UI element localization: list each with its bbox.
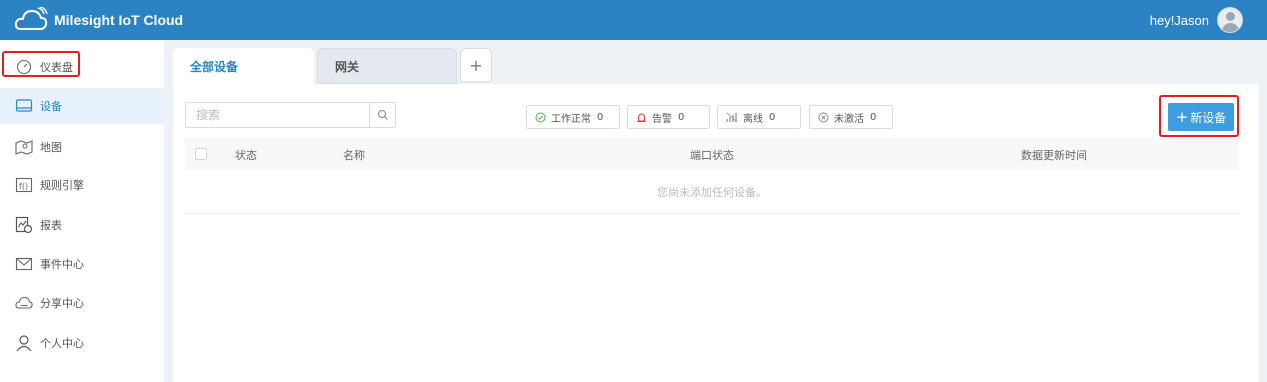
avatar-head [1226,12,1235,21]
sidebar-item-share[interactable]: 分享中心 [0,285,164,321]
svg-text:f(): f() [19,182,28,191]
sidebar-item-label: 个人中心 [40,337,84,350]
x-circle-icon [818,112,829,123]
sidebar-item-label: 报表 [40,219,62,232]
mail-icon [14,254,34,274]
alarm-icon [636,112,647,123]
search-icon [377,109,388,120]
sidebar-item-label: 分享中心 [40,297,84,310]
sidebar-item-reports[interactable]: 报表 [0,207,164,243]
user-greeting[interactable]: hey!Jason [1150,13,1209,28]
filter-alarm[interactable]: 告警 0 [627,105,710,129]
sidebar-item-profile[interactable]: 个人中心 [0,325,164,361]
filter-count: 0 [769,111,776,123]
column-status[interactable]: 状态 [235,147,257,163]
sidebar-item-events[interactable]: 事件中心 [0,246,164,282]
filter-label: 工作正常 [551,113,591,125]
column-update-time[interactable]: 数据更新时间 [1021,147,1087,163]
select-all-checkbox[interactable] [195,148,207,160]
filter-label: 告警 [652,113,672,125]
filter-count: 0 [678,111,685,123]
table-header: 状态 名称 端口状态 数据更新时间 [185,138,1239,170]
check-circle-icon [535,112,546,123]
sidebar: 仪表盘 设备 地图 f() 规则引擎 报表 事件中心 分享中心 个人中心 [0,40,164,382]
column-name[interactable]: 名称 [343,147,365,163]
sidebar-item-label: 规则引擎 [40,179,84,192]
avatar[interactable] [1217,7,1243,33]
search-input[interactable] [186,103,369,127]
dashboard-icon [14,57,34,77]
filter-normal[interactable]: 工作正常 0 [526,105,620,129]
sidebar-item-label: 仪表盘 [40,61,73,74]
sidebar-item-map[interactable]: 地图 [0,129,164,165]
cloud-logo-icon [14,7,48,30]
sidebar-item-rule-engine[interactable]: f() 规则引擎 [0,167,164,203]
offline-signal-icon [726,112,738,123]
filter-count: 0 [597,111,604,123]
sidebar-item-dashboard[interactable]: 仪表盘 [0,49,164,85]
column-port-status[interactable]: 端口状态 [690,147,734,163]
sidebar-item-devices[interactable]: 设备 [0,88,164,124]
rule-engine-icon: f() [14,175,34,195]
device-icon [14,96,34,116]
filter-inactive[interactable]: 未激活 0 [809,105,893,129]
filter-count: 0 [870,111,877,123]
report-icon [14,215,34,235]
sidebar-item-label: 设备 [40,100,62,113]
filter-label: 离线 [743,113,763,125]
avatar-body [1222,23,1239,32]
filter-offline[interactable]: 离线 0 [717,105,801,129]
new-device-label: 新设备 [1190,110,1227,125]
empty-table-message: 您尚未添加任何设备。 [185,171,1239,214]
map-icon [14,137,34,157]
sidebar-item-label: 地图 [40,141,62,154]
new-device-button[interactable]: + 新设备 [1168,103,1234,131]
user-icon [14,333,34,353]
plus-icon: + [1175,107,1189,126]
tab-all-devices[interactable]: 全部设备 [173,48,314,84]
user-menu[interactable]: hey!Jason [1150,4,1243,36]
filter-label: 未激活 [834,113,864,125]
search-button[interactable] [369,103,395,127]
add-tab-button[interactable]: + [460,48,492,82]
search-box [185,102,396,128]
main-panel [173,84,1259,382]
top-header: Milesight IoT Cloud hey!Jason [0,0,1267,40]
brand-logo[interactable]: Milesight IoT Cloud [14,4,183,36]
brand-name: Milesight IoT Cloud [54,12,184,28]
share-cloud-icon [14,293,34,313]
sidebar-item-label: 事件中心 [40,258,84,271]
tab-gateway[interactable]: 网关 [317,48,457,84]
